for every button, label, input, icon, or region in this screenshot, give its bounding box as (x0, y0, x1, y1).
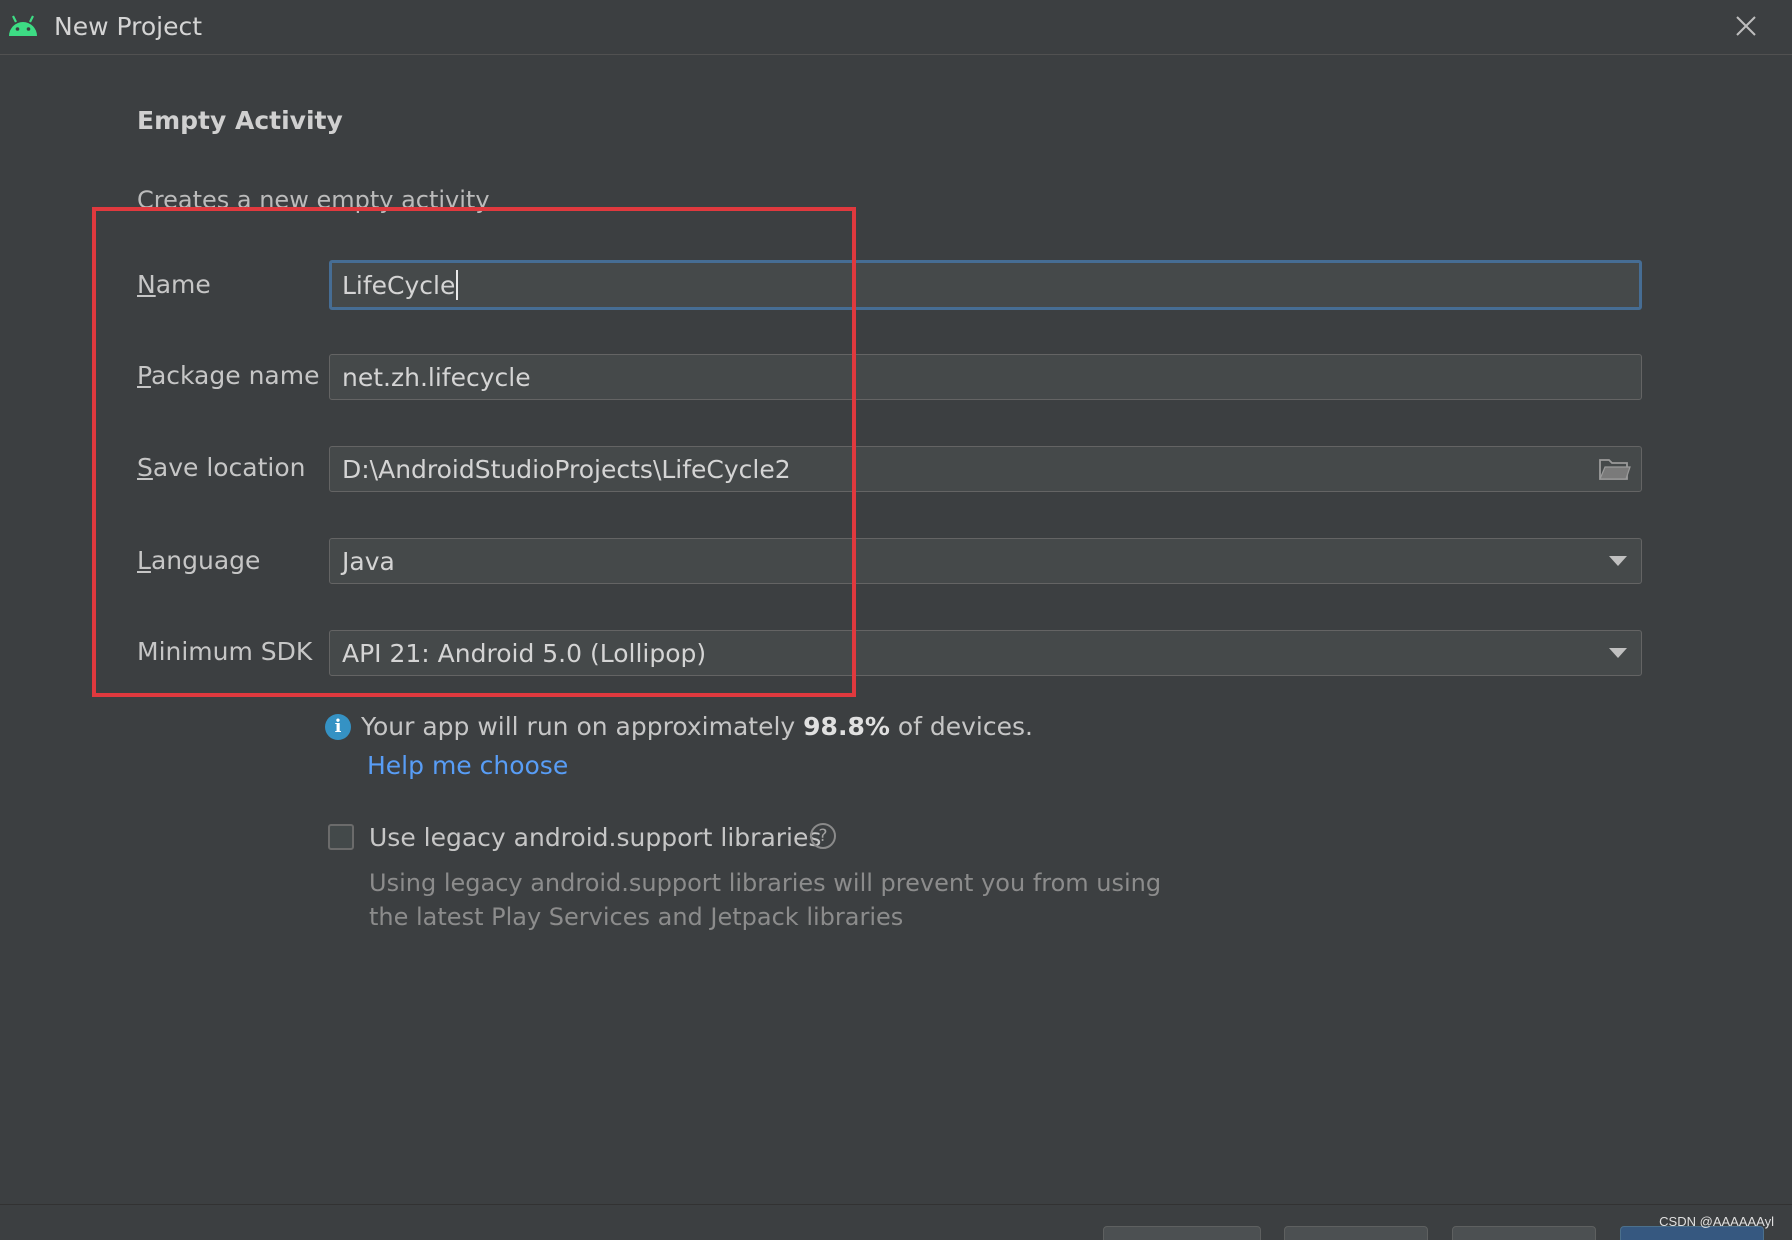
save-location-value: D:\AndroidStudioProjects\LifeCycle2 (342, 454, 791, 484)
help-me-choose-link[interactable]: Help me choose (367, 751, 568, 780)
cancel-button[interactable] (1452, 1226, 1596, 1240)
package-name-value: net.zh.lifecycle (342, 362, 531, 392)
name-value: LifeCycle (342, 270, 456, 300)
language-value: Java (342, 546, 395, 576)
previous-button[interactable] (1103, 1226, 1261, 1240)
text-caret (456, 270, 459, 300)
title-bar: New Project (0, 0, 1792, 55)
package-name-label-text: ackage name (150, 361, 320, 390)
legacy-support-label[interactable]: Use legacy android.support libraries (369, 823, 821, 852)
package-name-field[interactable]: net.zh.lifecycle (329, 354, 1642, 400)
package-name-label-mnemonic: P (137, 361, 151, 390)
name-label: Name (137, 270, 211, 299)
save-location-label-mnemonic: S (137, 453, 153, 482)
language-label-text: anguage (150, 546, 261, 575)
legacy-support-note: Using legacy android.support libraries w… (369, 866, 1169, 934)
chevron-down-icon (1609, 648, 1627, 658)
watermark: CSDN @AAAAAAyl (1659, 1214, 1774, 1229)
legacy-note-line-2: the latest Play Services and Jetpack lib… (369, 903, 904, 931)
language-label-mnemonic: L (137, 546, 151, 575)
question-icon[interactable]: ? (810, 823, 836, 849)
next-button[interactable] (1284, 1226, 1428, 1240)
language-select[interactable]: Java (329, 538, 1642, 584)
name-field[interactable]: LifeCycle (329, 260, 1642, 310)
close-button[interactable] (1730, 10, 1762, 42)
legacy-support-checkbox[interactable] (328, 824, 354, 850)
minimum-sdk-label: Minimum SDK (137, 637, 313, 666)
info-icon: i (325, 713, 351, 740)
language-label: Language (137, 546, 260, 575)
window-title: New Project (54, 12, 203, 41)
template-description: Creates a new empty activity (137, 186, 490, 214)
minimum-sdk-value: API 21: Android 5.0 (Lollipop) (342, 638, 707, 668)
template-heading: Empty Activity (137, 106, 343, 135)
legacy-note-line-1: Using legacy android.support libraries w… (369, 869, 1162, 897)
coverage-percent: 98.8% (803, 712, 890, 741)
close-icon (1736, 16, 1756, 36)
name-label-text: ame (155, 270, 211, 299)
coverage-prefix: Your app will run on approximately (361, 712, 804, 741)
folder-icon[interactable] (1597, 454, 1631, 484)
save-location-label: Save location (137, 453, 306, 482)
chevron-down-icon (1609, 556, 1627, 566)
minimum-sdk-select[interactable]: API 21: Android 5.0 (Lollipop) (329, 630, 1642, 676)
device-coverage-info: i Your app will run on approximately 98.… (325, 712, 1033, 741)
save-location-field[interactable]: D:\AndroidStudioProjects\LifeCycle2 (329, 446, 1642, 492)
android-icon (9, 15, 37, 36)
package-name-label: Package name (137, 361, 319, 390)
name-label-mnemonic: N (137, 270, 156, 299)
save-location-label-text: ave location (152, 453, 306, 482)
new-project-dialog: New Project Empty Activity Creates a new… (0, 0, 1792, 1240)
coverage-suffix: of devices. (889, 712, 1033, 741)
